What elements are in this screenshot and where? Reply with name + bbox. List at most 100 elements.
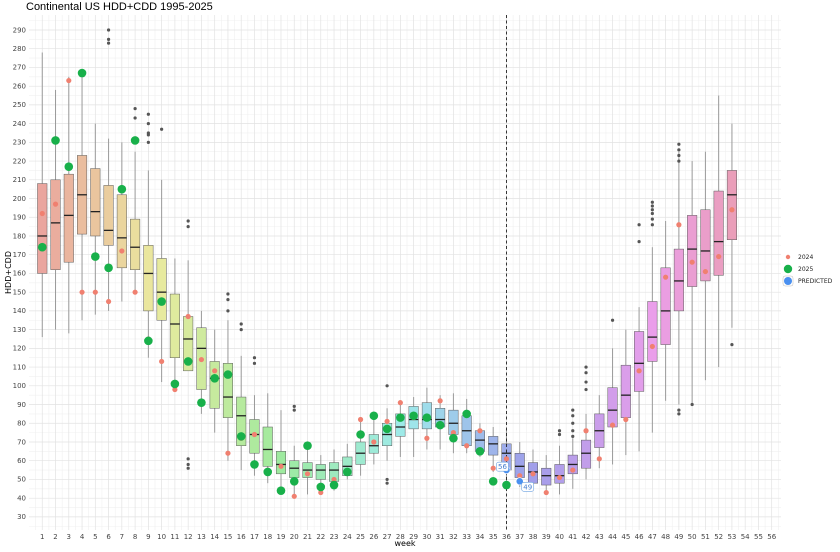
outlier-point [106,37,111,41]
x-tick-label: 49 [674,533,683,541]
point-2024 [304,471,311,477]
point-2025 [303,441,312,451]
legend-label-2025: 2025 [798,265,814,273]
point-2024 [132,289,138,295]
y-tick-label: 290 [13,26,26,34]
outlier-point [677,153,681,158]
point-2024 [424,435,430,441]
y-tick-label: 150 [13,288,26,296]
point-2024 [384,418,390,424]
outlier-point [690,402,694,407]
x-tick-label: 56 [767,533,776,541]
legend-title [782,242,832,251]
point-2025 [462,409,471,419]
y-tick-label: 110 [13,363,26,371]
box-week-44 [607,387,618,428]
predicted-label-text: 49 [523,483,532,491]
x-tick-label: 34 [475,533,484,541]
x-tick-label: 8 [133,533,137,541]
y-tick-label: 80 [17,420,26,428]
point-2025 [157,297,166,306]
point-2025 [210,374,219,383]
y-tick-label: 100 [13,382,26,390]
outlier-point [186,466,190,470]
outlier-point [385,384,389,388]
point-2024 [663,274,669,280]
x-tick-label: 42 [582,533,591,541]
x-tick-label: 21 [303,533,312,541]
x-tick-label: 10 [157,533,166,541]
point-2024 [225,450,231,456]
box-week-52 [713,190,724,276]
y-tick-label: 50 [17,476,26,484]
point-2024 [212,368,218,374]
y-tick-label: 180 [13,232,26,240]
point-2025 [316,482,326,492]
outlier-point [106,28,111,32]
x-tick-label: 16 [237,533,246,541]
outlier-point [650,223,654,227]
x-tick-label: 25 [356,533,365,541]
outlier-point [637,240,641,244]
outlier-point [677,159,681,163]
point-2024 [530,471,536,477]
x-tick-label: 14 [210,533,219,541]
box-week-53 [726,170,737,240]
outlier-point [226,298,230,302]
box-week-47 [647,301,658,362]
box-week-45 [620,364,631,418]
point-2025 [289,477,299,486]
point-2024 [702,268,709,275]
x-tick-label: 22 [316,533,325,541]
point-2024 [39,210,45,217]
point-2025 [263,467,273,477]
point-2025 [223,370,233,379]
legend-key-predicted [784,277,792,285]
outlier-point [186,219,190,223]
outlier-point [571,434,575,438]
point-2024 [556,474,563,481]
x-tick-label: 46 [635,533,644,541]
y-axis-title: HDD+CDD [4,251,13,294]
point-2024 [676,222,682,228]
point-2024 [291,493,297,499]
outlier-point [186,225,190,229]
y-tick-label: 250 [13,101,26,109]
box-week-20 [289,460,300,478]
point-2024 [119,248,125,254]
point-2025 [475,447,485,456]
point-2025 [104,263,113,273]
point-2025 [329,480,339,490]
point-2025 [356,430,365,439]
point-2025 [197,398,206,407]
x-tick-label: 36 [502,533,511,541]
x-tick-label: 17 [250,533,259,541]
x-tick-label: 13 [197,533,206,541]
outlier-point [146,122,150,126]
x-tick-label: 3 [67,533,71,541]
x-tick-label: 11 [170,533,179,541]
x-tick-label: 18 [263,533,272,541]
outlier-point [385,481,389,485]
box-week-40 [554,464,565,484]
y-tick-label: 40 [17,494,26,502]
point-2024 [159,358,165,365]
point-2024 [198,356,205,363]
x-tick-label: 44 [608,533,617,541]
point-2025 [64,162,74,171]
outlier-point [677,408,681,412]
x-tick-label: 1 [40,533,44,541]
point-2025 [170,379,180,389]
x-tick-label: 35 [489,533,498,541]
y-tick-label: 220 [13,157,26,165]
point-2025 [183,357,193,366]
x-tick-label: 33 [462,533,471,541]
box-week-10 [156,258,167,321]
x-tick-label: 27 [383,533,392,541]
outlier-point [226,292,230,296]
outlier-point [239,328,243,332]
outlier-point [610,318,615,322]
box-week-19 [275,451,287,475]
legend-key-2024 [785,254,791,260]
box-week-7 [116,194,127,269]
